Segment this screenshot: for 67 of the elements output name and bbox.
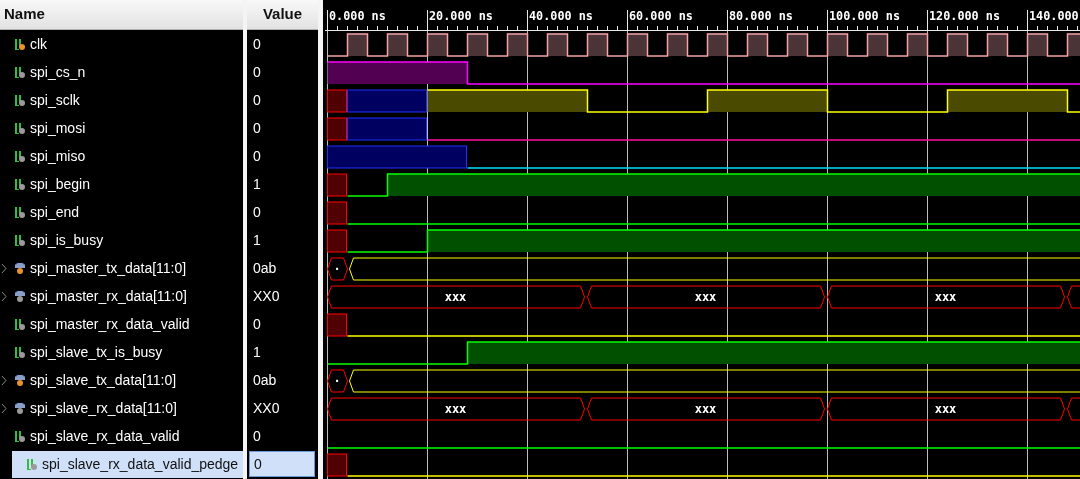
signal-icon bbox=[14, 317, 26, 331]
signal-name: spi_slave_rx_data_valid bbox=[30, 426, 180, 446]
signal-value: 0ab bbox=[252, 370, 277, 390]
signal-icon bbox=[14, 93, 26, 107]
signal-value: 0 bbox=[252, 426, 261, 446]
signal-icon bbox=[14, 121, 26, 135]
time-label: 80.000 ns bbox=[729, 9, 793, 23]
time-label: 120.000 ns bbox=[929, 9, 1001, 23]
signal-icon bbox=[26, 457, 38, 471]
time-label: 40.000 ns bbox=[529, 9, 593, 23]
signal-icon bbox=[14, 149, 26, 163]
signal-value: 0 bbox=[252, 34, 261, 54]
signal-icon bbox=[14, 37, 26, 51]
signal-value: 0 bbox=[249, 451, 315, 477]
column-header[interactable]: Value bbox=[247, 0, 318, 30]
signal-value: 0 bbox=[252, 314, 261, 334]
time-label: 60.000 ns bbox=[629, 9, 693, 23]
signal-icon bbox=[14, 345, 26, 359]
bus-value: xxx bbox=[444, 290, 467, 304]
bus-value: xxx bbox=[694, 290, 717, 304]
signal-value: 0ab bbox=[252, 258, 277, 278]
bus-signal-icon bbox=[14, 373, 26, 387]
signal-value: XX0 bbox=[252, 398, 280, 418]
bus-signal-icon bbox=[14, 289, 26, 303]
bus-signal-icon bbox=[14, 261, 26, 275]
bus-signal-icon bbox=[14, 401, 26, 415]
signal-name: clk bbox=[30, 34, 48, 54]
signal-value: 0 bbox=[252, 90, 261, 110]
signal-icon bbox=[14, 65, 26, 79]
signal-name: spi_end bbox=[30, 202, 80, 222]
signal-name: spi_is_busy bbox=[30, 230, 104, 250]
signal-value: 0 bbox=[252, 118, 261, 138]
signal-name: spi_master_tx_data[11:0] bbox=[30, 258, 187, 278]
signal-value: 0 bbox=[252, 202, 261, 222]
bus-value: xxx bbox=[934, 402, 957, 416]
signal-name: spi_slave_rx_data_valid_pedge bbox=[42, 454, 239, 474]
time-label: 0.000 ns bbox=[329, 9, 386, 23]
bus-value: · bbox=[333, 374, 341, 388]
bus-value: · bbox=[333, 262, 341, 276]
time-label: 20.000 ns bbox=[429, 9, 493, 23]
bus-value: xxx bbox=[694, 402, 717, 416]
signal-value: 1 bbox=[252, 230, 261, 250]
signal-icon bbox=[14, 233, 26, 247]
bus-value: xxx bbox=[444, 402, 467, 416]
signal-icon bbox=[14, 177, 26, 191]
time-label: 100.000 ns bbox=[829, 9, 901, 23]
signal-name: spi_slave_rx_data[11:0] bbox=[30, 398, 177, 418]
bus-value: xxx bbox=[934, 290, 957, 304]
signal-name: spi_begin bbox=[30, 174, 90, 194]
column-header[interactable]: Name bbox=[0, 0, 243, 30]
signal-value: 1 bbox=[252, 174, 261, 194]
signal-name: spi_mosi bbox=[30, 118, 86, 138]
signal-name: spi_slave_tx_is_busy bbox=[30, 342, 163, 362]
selected-row[interactable]: spi_slave_rx_data_valid_pedge bbox=[12, 450, 243, 478]
signal-icon bbox=[14, 205, 26, 219]
signal-value: 0 bbox=[252, 62, 261, 82]
signal-name: spi_master_rx_data[11:0] bbox=[30, 286, 187, 306]
signal-name: spi_slave_tx_data[11:0] bbox=[30, 370, 177, 390]
signal-icon bbox=[14, 429, 26, 443]
signal-name: spi_cs_n bbox=[30, 62, 86, 82]
signal-name: spi_sclk bbox=[30, 90, 80, 110]
signal-name: spi_miso bbox=[30, 146, 86, 166]
signal-name: spi_master_rx_data_valid bbox=[30, 314, 190, 334]
time-label: 140.000 bbox=[1029, 9, 1079, 23]
signal-value: 0 bbox=[252, 146, 261, 166]
signal-value: XX0 bbox=[252, 286, 280, 306]
signal-value: 1 bbox=[252, 342, 261, 362]
